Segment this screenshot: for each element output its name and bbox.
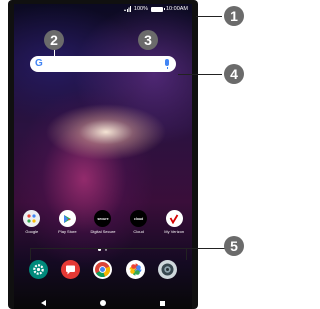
app-label: Digital Secure <box>90 229 116 234</box>
favorites-dock <box>14 260 192 279</box>
tablet-frame: 100% 10:00AM G Google Play Store secure … <box>8 0 198 309</box>
cloud-icon: cloud <box>130 210 148 227</box>
chrome-icon[interactable] <box>93 260 113 279</box>
status-icons: 100% 10:00AM <box>123 6 188 12</box>
app-label: Cloud <box>133 229 144 234</box>
app-my-verizon[interactable]: My Verizon <box>159 210 189 234</box>
callout-1: 1 <box>224 6 244 26</box>
battery-icon <box>150 6 165 12</box>
cloud-icon-text: cloud <box>133 216 144 221</box>
callout-line-5 <box>30 248 228 249</box>
app-label: Play Store <box>58 229 77 234</box>
callout-line-5-right <box>186 248 187 260</box>
app-row: Google Play Store secure Digital Secure <box>14 210 192 234</box>
callout-line-4 <box>178 74 222 75</box>
digital-secure-icon: secure <box>94 210 112 227</box>
app-cloud[interactable]: cloud Cloud <box>124 210 154 234</box>
camera-icon[interactable] <box>158 260 178 279</box>
callout-line-5-left <box>30 248 31 260</box>
callout-3: 3 <box>138 30 158 50</box>
settings-icon[interactable] <box>28 260 48 279</box>
battery-percent: 100% <box>133 6 148 12</box>
my-verizon-icon <box>165 210 183 227</box>
home-screen: 100% 10:00AM G Google Play Store secure … <box>14 4 192 309</box>
callout-5: 5 <box>224 236 244 256</box>
callout-2: 2 <box>44 30 64 50</box>
back-icon[interactable] <box>41 300 46 306</box>
play-store-icon <box>58 210 76 227</box>
google-folder-icon <box>23 210 41 227</box>
navigation-bar <box>14 297 192 309</box>
home-icon[interactable] <box>100 300 106 306</box>
google-g-icon: G <box>35 58 43 69</box>
photos-icon[interactable] <box>125 260 145 279</box>
app-play-store[interactable]: Play Store <box>52 210 82 234</box>
microphone-icon[interactable] <box>165 59 169 69</box>
wifi-signal-icon <box>123 6 131 12</box>
app-label: Google <box>25 229 39 234</box>
google-search-bar[interactable]: G <box>30 56 176 72</box>
status-time: 10:00AM <box>165 6 188 12</box>
status-bar[interactable]: 100% 10:00AM <box>14 4 192 16</box>
app-google[interactable]: Google <box>17 210 47 234</box>
callout-4: 4 <box>224 64 244 84</box>
messages-icon[interactable] <box>61 260 81 279</box>
recent-apps-icon[interactable] <box>160 300 165 306</box>
digital-secure-icon-text: secure <box>97 216 109 221</box>
app-label: My Verizon <box>164 229 185 234</box>
callout-line-1 <box>196 16 222 17</box>
app-digital-secure[interactable]: secure Digital Secure <box>88 210 118 234</box>
